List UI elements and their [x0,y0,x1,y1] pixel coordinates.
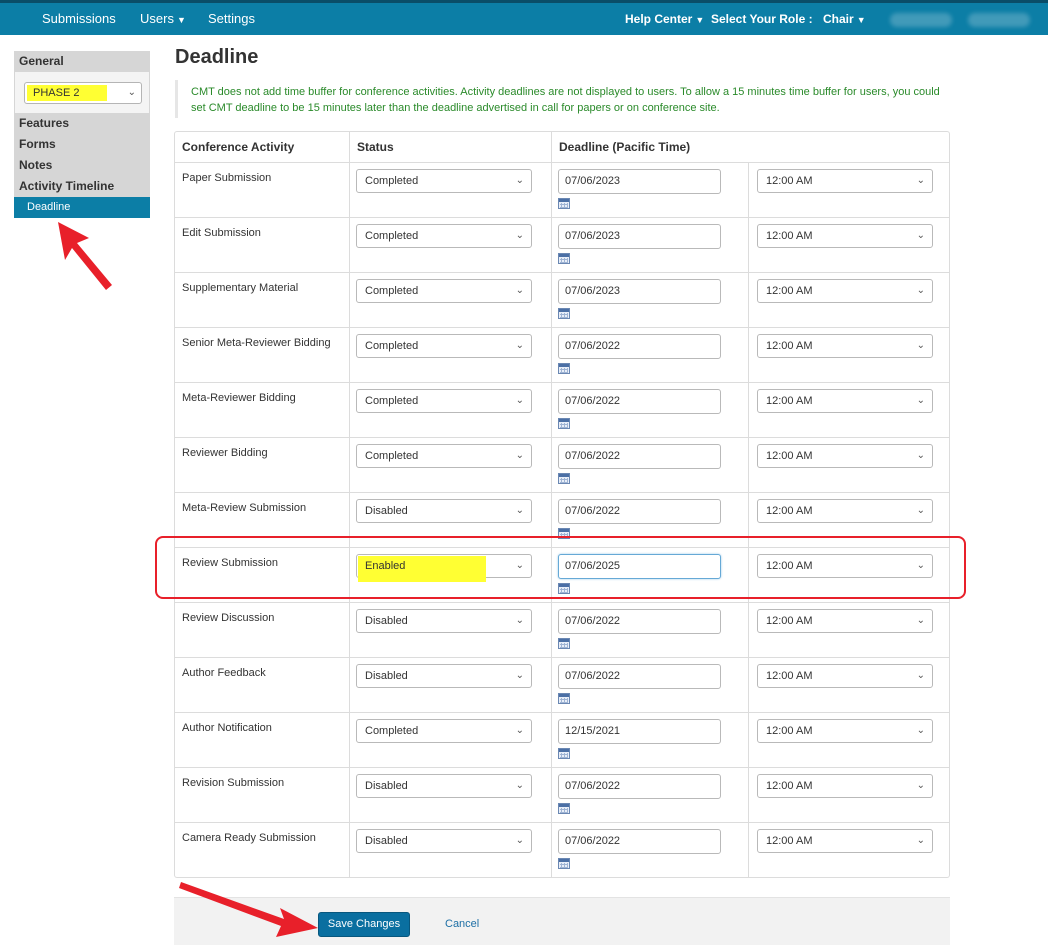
annotation-arrows [58,222,318,937]
arrow-to-deadline-icon [58,222,112,290]
arrow-to-save-icon [179,882,318,937]
